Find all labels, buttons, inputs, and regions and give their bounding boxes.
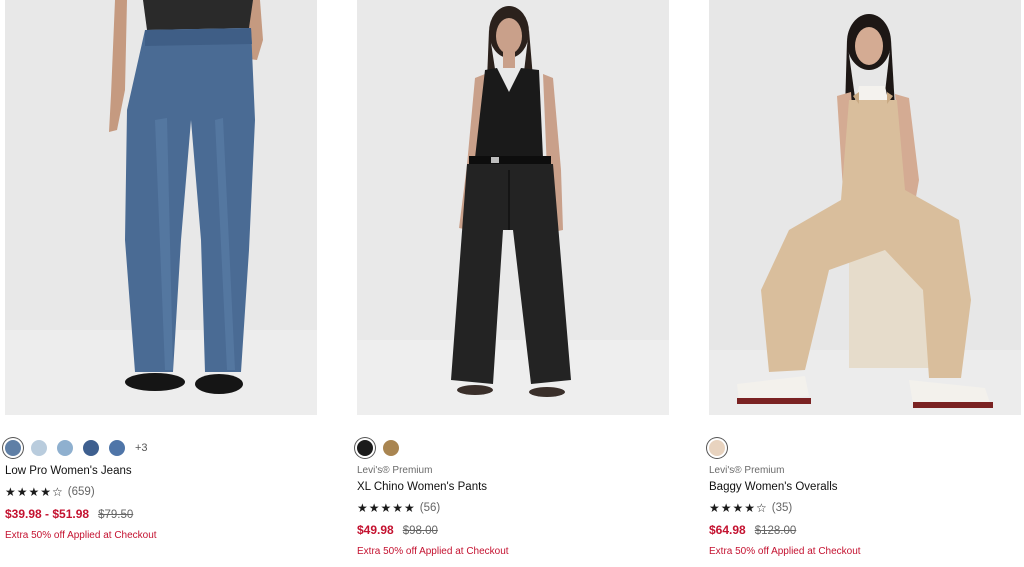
product-brand: Levi's® Premium bbox=[357, 465, 433, 476]
rating-stars: ★★★★☆ bbox=[709, 501, 768, 515]
product-photo-chino-pants bbox=[357, 0, 669, 415]
product-rating[interactable]: ★★★★☆ (659) bbox=[5, 485, 317, 499]
product-name[interactable]: Baggy Women's Overalls bbox=[709, 480, 1021, 494]
swatch-navy-blue[interactable] bbox=[83, 440, 99, 456]
original-price: $98.00 bbox=[402, 525, 438, 537]
product-rating[interactable]: ★★★★★ (56) bbox=[357, 501, 669, 515]
product-photo-jeans bbox=[5, 0, 317, 415]
swatch-light-blue[interactable] bbox=[31, 440, 47, 456]
product-card: Levi's® Premium Baggy Women's Overalls ★… bbox=[709, 0, 1021, 558]
promo-text: Extra 50% off Applied at Checkout bbox=[709, 546, 861, 557]
swatch-medium-blue[interactable] bbox=[5, 440, 21, 456]
product-photo-overalls bbox=[709, 0, 1021, 415]
review-count: (35) bbox=[771, 502, 793, 514]
promo-text: Extra 50% off Applied at Checkout bbox=[357, 546, 509, 557]
swatch-tan[interactable] bbox=[383, 440, 399, 456]
rating-stars: ★★★★☆ bbox=[5, 485, 64, 499]
product-name[interactable]: Low Pro Women's Jeans bbox=[5, 464, 317, 478]
review-count: (659) bbox=[67, 486, 95, 498]
price-block: $39.98 - $51.98 $79.50 bbox=[5, 507, 317, 521]
product-rating[interactable]: ★★★★☆ (35) bbox=[709, 501, 1021, 515]
sale-price: $49.98 bbox=[357, 523, 394, 537]
swatch-black[interactable] bbox=[357, 440, 373, 456]
product-card: Levi's® Premium XL Chino Women's Pants ★… bbox=[357, 0, 669, 558]
sale-price: $64.98 bbox=[709, 523, 746, 537]
color-swatches bbox=[709, 438, 1021, 458]
rating-stars: ★★★★★ bbox=[357, 501, 416, 515]
review-count: (56) bbox=[419, 502, 441, 514]
sale-price: $39.98 - $51.98 bbox=[5, 507, 90, 521]
swatch-beige[interactable] bbox=[709, 440, 725, 456]
product-image[interactable] bbox=[5, 0, 317, 415]
product-image[interactable] bbox=[357, 0, 669, 415]
swatch-denim-blue[interactable] bbox=[109, 440, 125, 456]
promo-text: Extra 50% off Applied at Checkout bbox=[5, 530, 157, 541]
swatch-sky-blue[interactable] bbox=[57, 440, 73, 456]
color-swatches: +3 bbox=[5, 438, 317, 458]
product-name[interactable]: XL Chino Women's Pants bbox=[357, 480, 669, 494]
original-price: $128.00 bbox=[754, 525, 797, 537]
price-block: $64.98 $128.00 bbox=[709, 523, 1021, 537]
product-grid: +3 Low Pro Women's Jeans ★★★★☆ (659) $39… bbox=[0, 0, 1024, 567]
original-price: $79.50 bbox=[98, 509, 134, 521]
product-card: +3 Low Pro Women's Jeans ★★★★☆ (659) $39… bbox=[5, 0, 317, 542]
product-image[interactable] bbox=[709, 0, 1021, 415]
color-swatches bbox=[357, 438, 669, 458]
product-brand: Levi's® Premium bbox=[709, 465, 785, 476]
more-colors-link[interactable]: +3 bbox=[135, 442, 148, 454]
price-block: $49.98 $98.00 bbox=[357, 523, 669, 537]
